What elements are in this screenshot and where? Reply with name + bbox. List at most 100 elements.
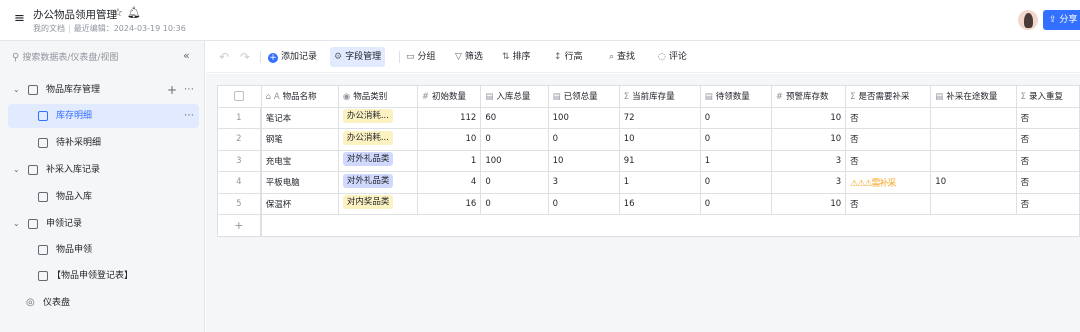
group-button[interactable]: ▭ 分组 [406,47,436,67]
location-link[interactable]: 我的文档 [33,24,65,33]
cell-pending[interactable]: 0 [699,106,772,129]
cell-init[interactable]: 4 [416,171,482,194]
column-header[interactable]: ▤ 补采在途数量 [930,85,1017,108]
cell-warn[interactable]: 3 [770,171,847,194]
cell-warn[interactable]: 10 [770,106,847,129]
cell-category[interactable]: 对内奖品类 [337,192,418,215]
more-icon[interactable]: ⋯ [184,78,194,102]
cell-name[interactable]: 保温杯 [260,192,339,215]
cell-out[interactable]: 3 [547,171,620,194]
chevron-down-icon[interactable]: ⌄ [13,78,20,102]
cell-stock[interactable]: 1 [618,171,701,194]
column-header[interactable]: ▤ 待领数量 [699,85,772,108]
sidebar-item-request-form[interactable]: 【物品申领登记表】 [8,264,199,288]
cell-need[interactable]: 否 [845,192,932,215]
chevron-down-icon[interactable]: ⌄ [13,212,20,236]
sort-button[interactable]: ⇅ 排序 [502,47,531,67]
cell-name[interactable]: 钢笔 [260,128,339,151]
cell-dup[interactable]: 否 [1015,128,1080,151]
column-header[interactable]: ▤ 入库总量 [480,85,549,108]
cell-transit[interactable] [930,149,1017,172]
cell-name[interactable]: 平板电脑 [260,171,339,194]
column-header[interactable]: Σ 录入重复 [1015,85,1080,108]
column-header[interactable]: Σ 当前库存量 [618,85,701,108]
cell-in[interactable]: 0 [480,128,549,151]
sidebar-group-requests[interactable]: ⌄ 申领记录 [8,212,199,236]
cell-out[interactable]: 0 [547,192,620,215]
cell-dup[interactable]: 否 [1015,106,1080,129]
cell-dup[interactable]: 否 [1015,192,1080,215]
collapse-sidebar-icon[interactable]: « [183,49,190,62]
cell-warn[interactable]: 10 [770,192,847,215]
cell-pending[interactable]: 0 [699,171,772,194]
comment-button[interactable]: ◌ 评论 [658,47,687,67]
share-button[interactable]: ⇪ 分享 [1043,10,1080,30]
sidebar-group-restock[interactable]: ⌄ 补采入库记录 [8,158,199,182]
filter-button[interactable]: ▽ 筛选 [455,47,483,67]
cell-out[interactable]: 0 [547,128,620,151]
cell-stock[interactable]: 91 [618,149,701,172]
cell-category[interactable]: 办公消耗... [337,106,418,129]
cell-need[interactable]: 否 [845,128,932,151]
cell-need[interactable]: 否 [845,149,932,172]
column-header[interactable]: # 初始数量 [416,85,482,108]
cell-pending[interactable]: 0 [699,192,772,215]
table-row[interactable]: 1 笔记本 办公消耗... 112 60 100 72 0 10 否 否 [217,106,1080,129]
column-header[interactable]: ⌂ A 物品名称 [260,85,339,108]
cell-in[interactable]: 60 [480,106,549,129]
cell-dup[interactable]: 否 [1015,171,1080,194]
cell-transit[interactable]: 10 [930,171,1017,194]
column-header[interactable]: Σ 是否需要补采 [845,85,932,108]
cell-init[interactable]: 16 [416,192,482,215]
document-title[interactable]: 办公物品领用管理 [33,7,117,22]
cell-pending[interactable]: 0 [699,128,772,151]
column-header[interactable]: ▤ 已领总量 [547,85,620,108]
select-all-checkbox[interactable] [217,85,261,108]
cell-in[interactable]: 100 [480,149,549,172]
add-icon[interactable]: + [167,78,177,102]
cell-stock[interactable]: 16 [618,192,701,215]
field-manage-button[interactable]: ⚙ 字段管理 [330,47,386,67]
table-row[interactable]: 3 充电宝 对外礼品类 1 100 10 91 1 3 否 否 [217,149,1080,172]
row-height-button[interactable]: ↕ 行高 [554,47,583,67]
sidebar-item-dashboard[interactable]: ◎ 仪表盘 [8,291,199,315]
cell-need[interactable]: ⚠⚠⚠需补采 [845,171,932,194]
cell-init[interactable]: 10 [416,128,482,151]
cell-stock[interactable]: 10 [618,128,701,151]
cell-name[interactable]: 笔记本 [260,106,339,129]
avatar[interactable] [1018,10,1038,30]
sidebar-item-pending-restock[interactable]: 待补采明细 [8,131,199,155]
add-row-icon[interactable]: + [217,214,261,237]
cell-transit[interactable] [930,192,1017,215]
cell-out[interactable]: 10 [547,149,620,172]
cell-category[interactable]: 对外礼品类 [337,171,418,194]
cell-pending[interactable]: 1 [699,149,772,172]
menu-icon[interactable]: ≡ [14,12,27,25]
sidebar-search[interactable]: ⚲ 搜索数据表/仪表盘/视图 [12,50,118,63]
sidebar-group-inventory[interactable]: ⌄ 物品库存管理 + ⋯ [8,78,199,102]
cell-category[interactable]: 办公消耗... [337,128,418,151]
sidebar-item-stock-in[interactable]: 物品入库 [8,185,199,209]
cell-warn[interactable]: 3 [770,149,847,172]
star-icon[interactable]: ☆ [113,6,127,19]
table-row[interactable]: 2 钢笔 办公消耗... 10 0 0 10 0 10 否 否 [217,128,1080,151]
table-row[interactable]: 5 保温杯 对内奖品类 16 0 0 16 0 10 否 否 [217,192,1080,215]
cell-category[interactable]: 对外礼品类 [337,149,418,172]
redo-icon[interactable]: ↷ [240,47,250,67]
sidebar-item-inventory-detail[interactable]: 库存明细 ⋯ [8,104,199,128]
sidebar-item-item-request[interactable]: 物品申领 [8,238,199,262]
add-row[interactable]: + [217,214,1080,237]
cell-transit[interactable] [930,106,1017,129]
column-header[interactable]: # 预警库存数 [770,85,847,108]
add-record-button[interactable]: + 添加记录 [268,47,317,67]
undo-icon[interactable]: ↶ [219,47,229,67]
column-header[interactable]: ◉ 物品类别 [337,85,418,108]
bell-icon[interactable]: 🔔︎ [127,6,145,19]
find-button[interactable]: ⌕ 查找 [609,47,635,67]
cell-warn[interactable]: 10 [770,128,847,151]
cell-need[interactable]: 否 [845,106,932,129]
chevron-down-icon[interactable]: ⌄ [13,158,20,182]
cell-init[interactable]: 1 [416,149,482,172]
cell-out[interactable]: 100 [547,106,620,129]
cell-dup[interactable]: 否 [1015,149,1080,172]
